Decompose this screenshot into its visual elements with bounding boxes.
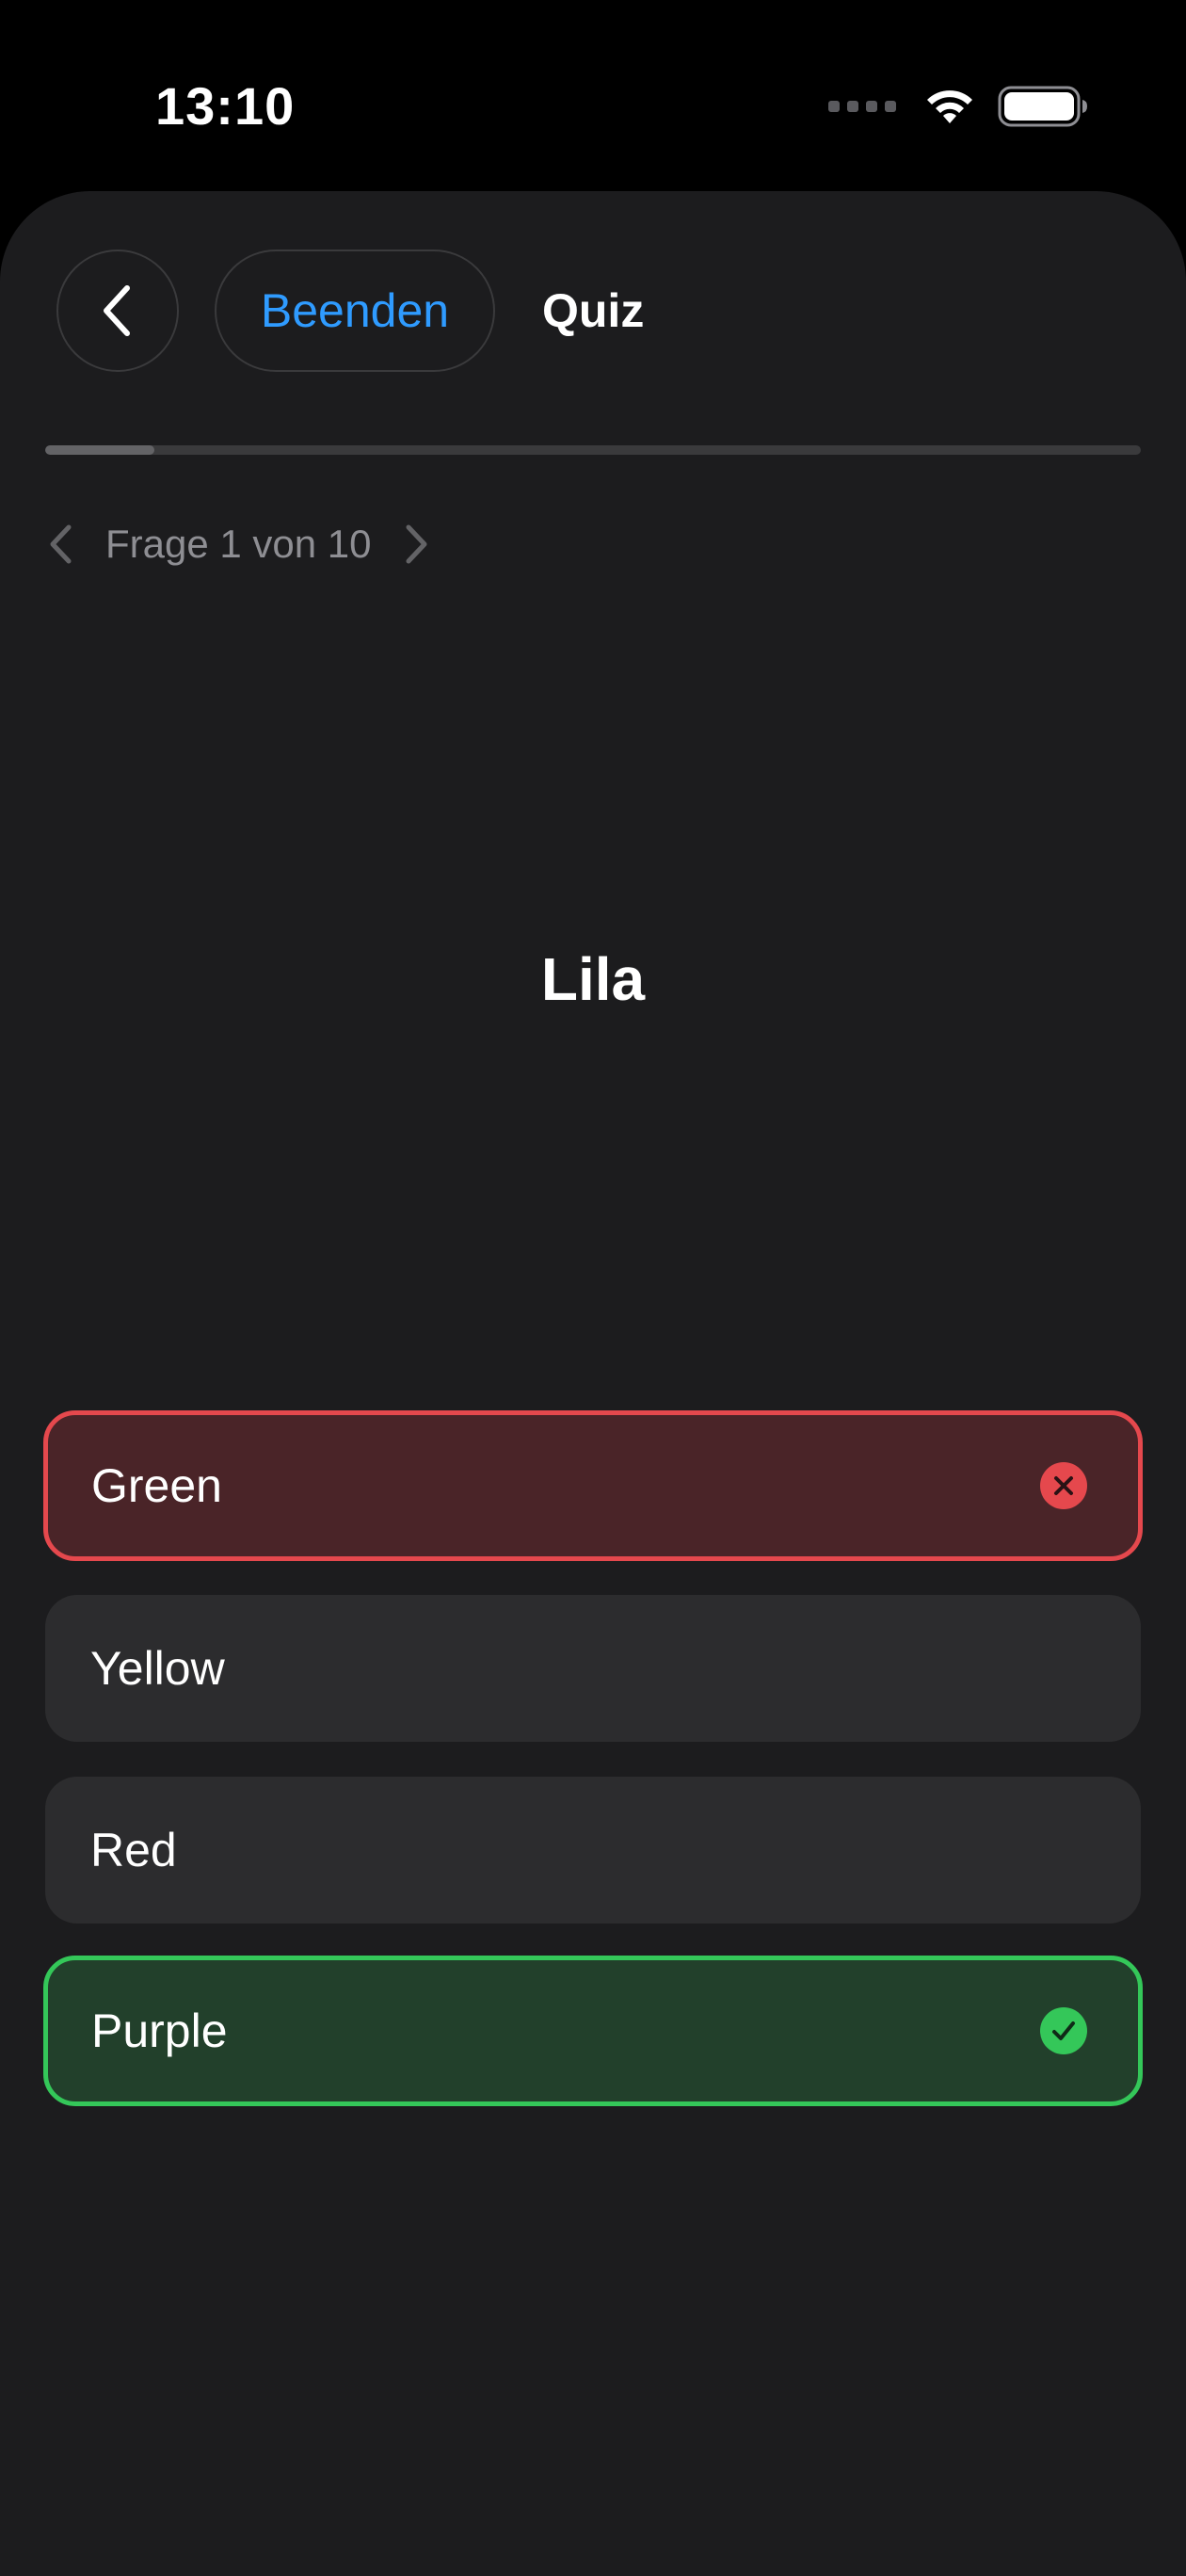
answer-label: Purple [91,2004,228,2057]
answer-option[interactable]: Yellow [45,1595,1141,1742]
xmark-circle-icon [1040,1462,1087,1509]
question-navigation: Frage 1 von 10 [41,511,436,577]
status-time: 13:10 [155,76,296,136]
question-counter: Frage 1 von 10 [105,522,372,566]
chevron-left-icon [50,524,72,564]
cellular-signal-icon [828,101,896,112]
answer-label: Yellow [90,1642,225,1695]
chevron-right-icon [406,524,427,564]
status-icons [828,83,1088,130]
checkmark-circle-icon [1040,2007,1087,2054]
answer-option[interactable]: Red [45,1777,1141,1924]
question-word: Lila [540,945,646,1013]
page-title: Quiz [542,284,645,337]
status-bar: 13:10 [0,0,1186,188]
answer-label: Green [91,1459,222,1512]
quiz-progress-bar [45,445,1141,455]
answer-option-correct[interactable]: Purple [43,1956,1143,2106]
quiz-progress-fill [45,445,155,455]
quiz-sheet: Beenden Quiz Frage 1 von 10 Lila Green Y… [0,191,1186,2576]
end-quiz-button[interactable]: Beenden [215,250,495,372]
answer-option-wrong[interactable]: Green [43,1410,1143,1561]
previous-question-button[interactable] [41,516,79,572]
answer-label: Red [90,1824,177,1876]
battery-icon [998,86,1087,127]
chevron-left-icon [104,285,130,336]
next-question-button[interactable] [398,516,436,572]
back-button[interactable] [56,250,179,372]
wifi-icon [927,90,972,123]
